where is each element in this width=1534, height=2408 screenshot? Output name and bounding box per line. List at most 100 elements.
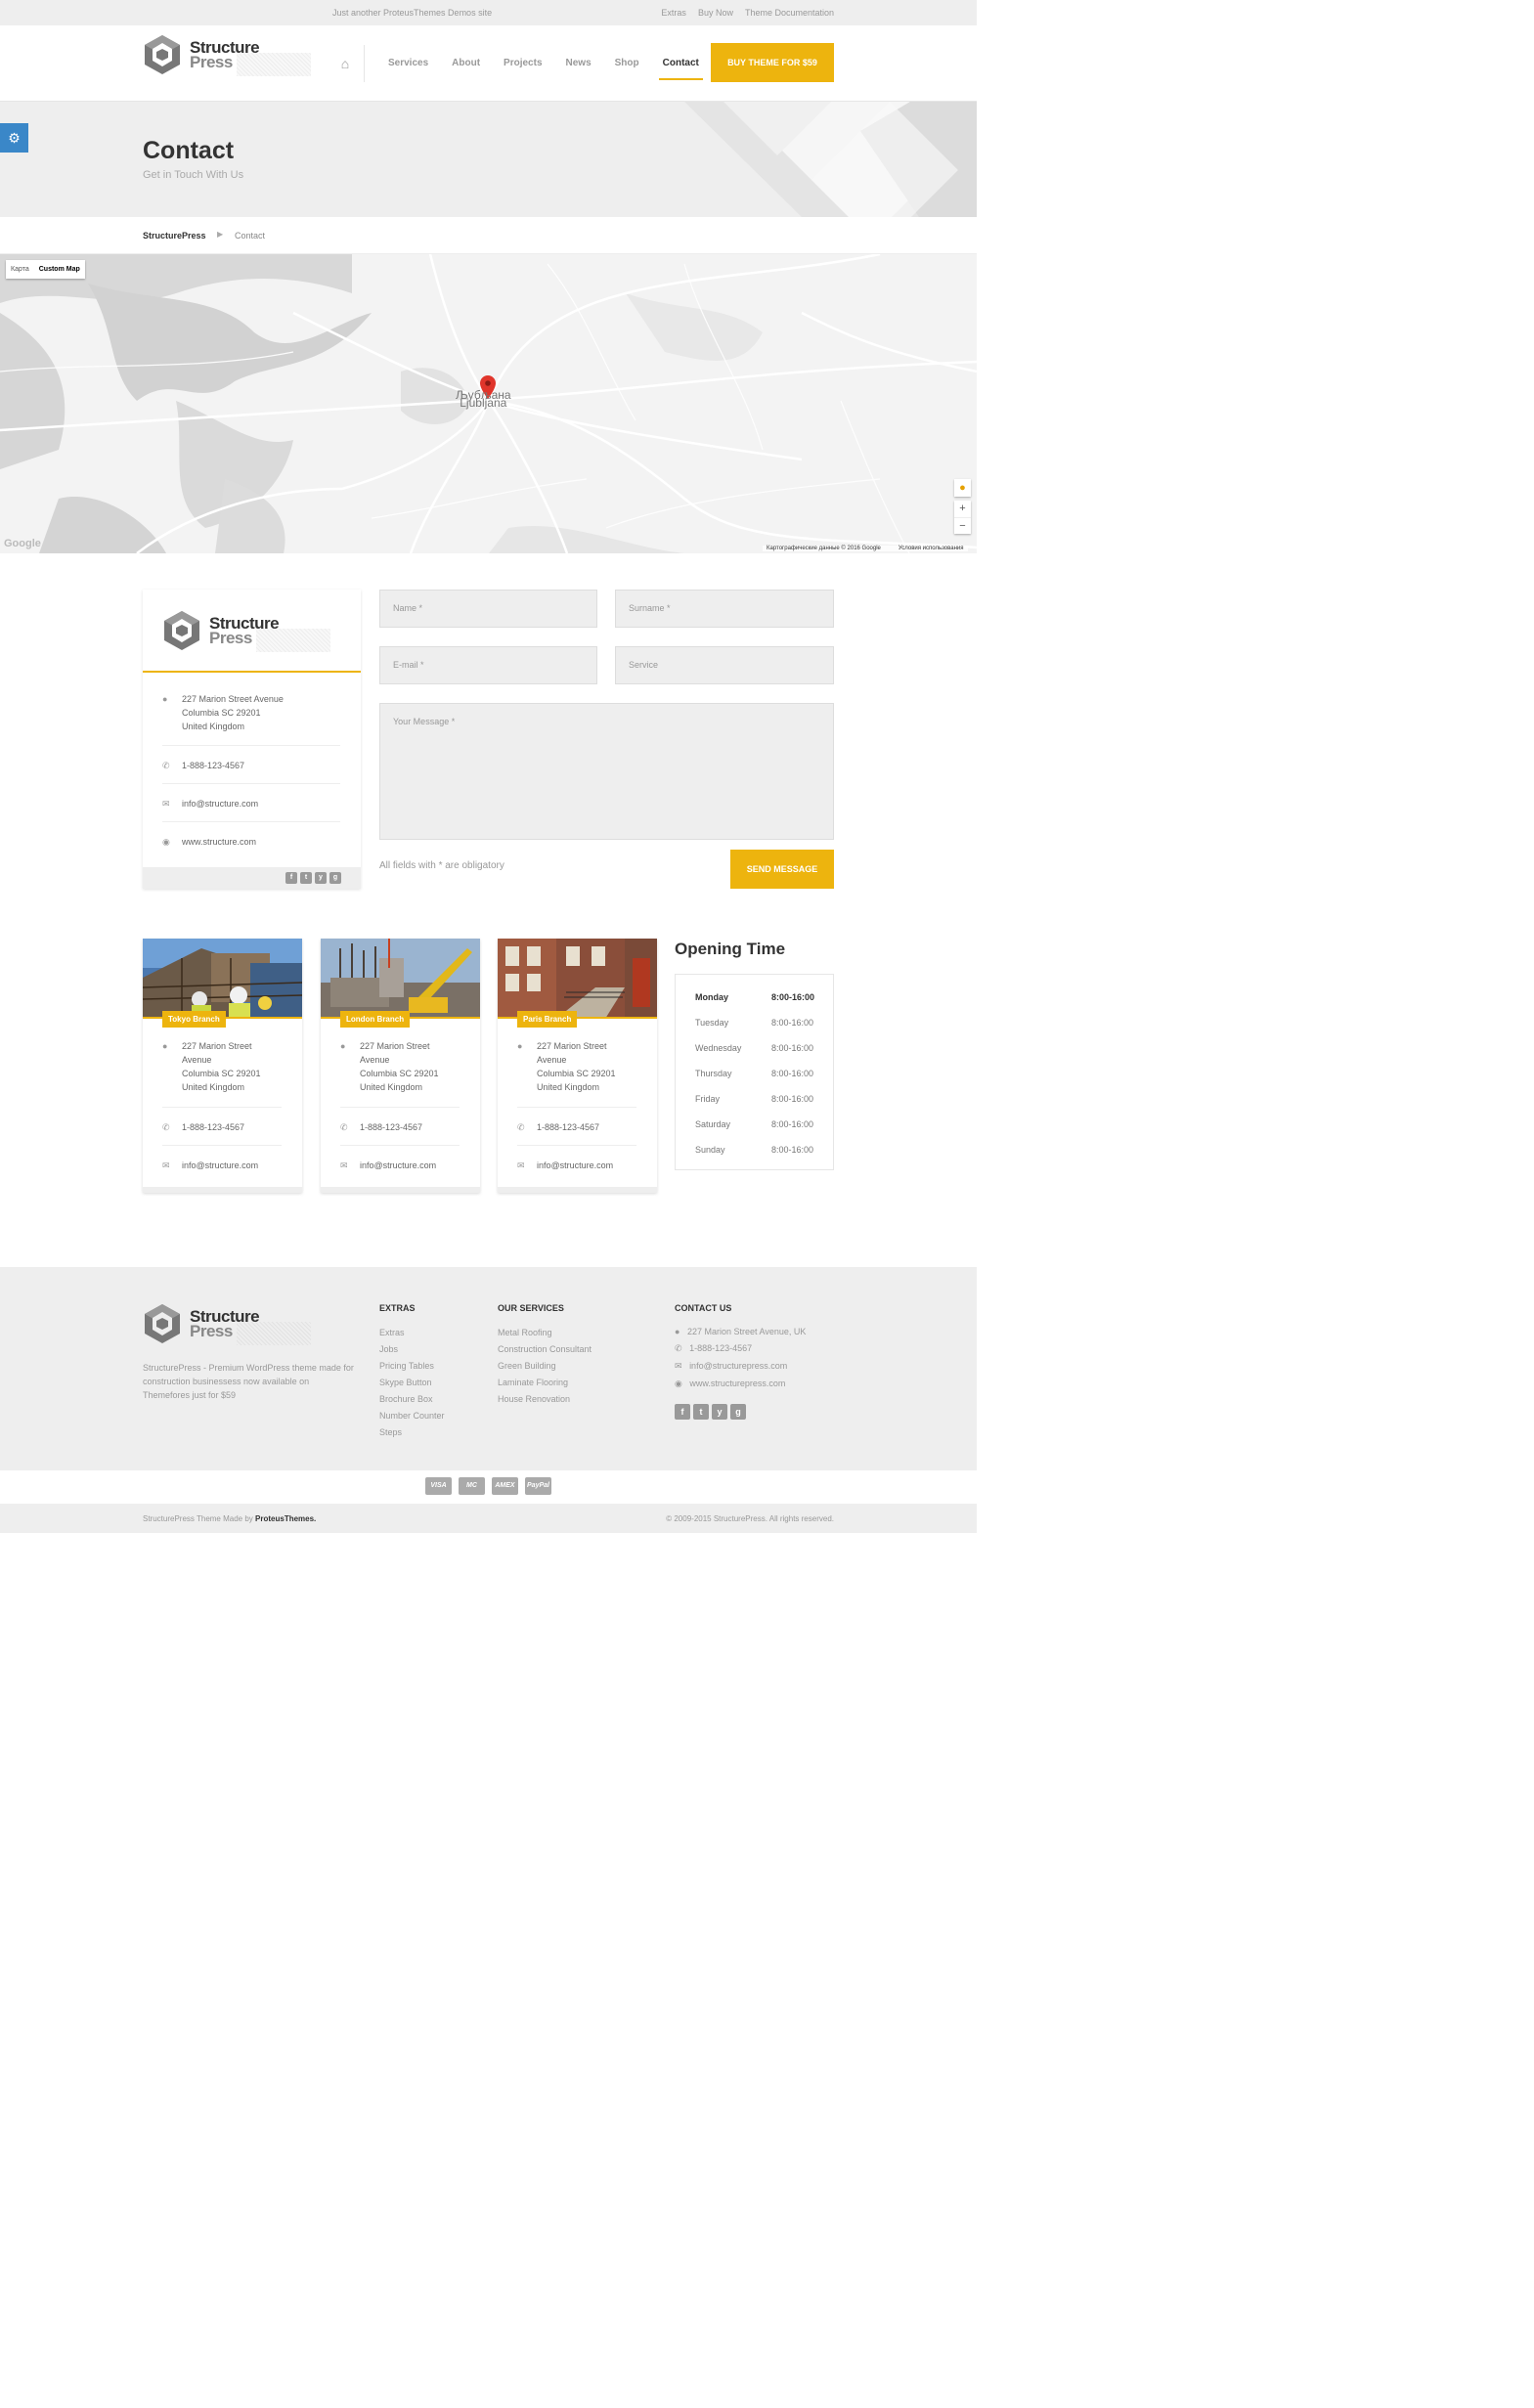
hours-time: 8:00-16:00 bbox=[771, 1145, 814, 1155]
email-field[interactable]: E-mail * bbox=[379, 646, 597, 684]
footer-link[interactable]: Steps bbox=[379, 1427, 402, 1437]
web-link[interactable]: www.structure.com bbox=[182, 835, 256, 849]
map-type-map[interactable]: Карта bbox=[6, 260, 34, 279]
message-field[interactable]: Your Message * bbox=[379, 703, 834, 840]
divider bbox=[340, 1145, 460, 1146]
facebook-icon[interactable]: f bbox=[675, 1404, 690, 1420]
globe-icon: ◉ bbox=[162, 837, 170, 847]
phone-text: 1-888-123-4567 bbox=[360, 1122, 423, 1132]
email-link[interactable]: info@structure.com bbox=[182, 1159, 258, 1172]
buy-theme-button[interactable]: BUY THEME FOR $59 bbox=[711, 43, 834, 82]
phone-icon: ✆ bbox=[162, 1122, 170, 1132]
footer-link[interactable]: Brochure Box bbox=[379, 1394, 433, 1404]
name-field[interactable]: Name * bbox=[379, 590, 597, 628]
surname-field[interactable]: Surname * bbox=[615, 590, 834, 628]
email-link[interactable]: info@structure.com bbox=[537, 1159, 613, 1172]
branch-address: ● 227 Marion Street Avenue Columbia SC 2… bbox=[162, 1039, 282, 1094]
service-field[interactable]: Service bbox=[615, 646, 834, 684]
footer-link[interactable]: Green Building bbox=[498, 1361, 556, 1371]
visa-icon: VISA bbox=[425, 1477, 452, 1495]
facebook-icon[interactable]: f bbox=[285, 872, 297, 884]
github-icon[interactable]: g bbox=[730, 1404, 746, 1420]
footer-link[interactable]: Jobs bbox=[379, 1344, 398, 1354]
top-link-theme-documentation[interactable]: Theme Documentation bbox=[745, 8, 834, 18]
nav-item-contact[interactable]: Contact bbox=[651, 25, 711, 102]
map-credit-text: Картографические данные © 2016 Google bbox=[767, 546, 881, 551]
page-title: Contact bbox=[143, 137, 235, 164]
contact-card: Structure Press ● 227 Marion Street Aven… bbox=[143, 590, 361, 889]
hours-time: 8:00-16:00 bbox=[771, 1119, 814, 1129]
footer-link[interactable]: Metal Roofing bbox=[498, 1328, 552, 1337]
footer-contact-text[interactable]: www.structurepress.com bbox=[689, 1379, 785, 1388]
phone-text: 1-888-123-4567 bbox=[182, 761, 245, 770]
hours-day: Wednesday bbox=[695, 1043, 742, 1053]
nav-item-shop[interactable]: Shop bbox=[603, 25, 651, 102]
logo-cube-icon bbox=[145, 35, 180, 74]
footer-extras-title: EXTRAS bbox=[379, 1303, 416, 1313]
youtube-icon[interactable]: y bbox=[315, 872, 327, 884]
twitter-icon[interactable]: t bbox=[300, 872, 312, 884]
map-terms-link[interactable]: Условия использования bbox=[898, 546, 964, 551]
home-icon[interactable]: ⌂ bbox=[329, 56, 362, 71]
email-link[interactable]: info@structure.com bbox=[182, 797, 258, 810]
hours-row: Friday 8:00-16:00 bbox=[695, 1094, 822, 1104]
footer-link[interactable]: Pricing Tables bbox=[379, 1361, 434, 1371]
footer-contact-text[interactable]: info@structurepress.com bbox=[689, 1361, 787, 1371]
made-by-link[interactable]: ProteusThemes. bbox=[255, 1514, 316, 1523]
google-logo: Google bbox=[4, 538, 41, 549]
youtube-icon[interactable]: y bbox=[712, 1404, 727, 1420]
hours-day: Monday bbox=[695, 992, 729, 1002]
github-icon[interactable]: g bbox=[329, 872, 341, 884]
map-type-custom[interactable]: Custom Map bbox=[34, 260, 85, 279]
footer-contact-title: CONTACT US bbox=[675, 1303, 732, 1313]
top-link-buy-now[interactable]: Buy Now bbox=[698, 8, 733, 18]
hours-row: Thursday 8:00-16:00 bbox=[695, 1069, 822, 1078]
twitter-icon[interactable]: t bbox=[693, 1404, 709, 1420]
breadcrumb-home[interactable]: StructurePress bbox=[143, 231, 206, 241]
footer-link[interactable]: Extras bbox=[379, 1328, 405, 1337]
divider bbox=[162, 1107, 282, 1108]
divider bbox=[162, 1145, 282, 1146]
nav-item-services[interactable]: Services▼ bbox=[376, 25, 440, 115]
card-bottom-strip bbox=[498, 1187, 657, 1193]
divider bbox=[162, 783, 340, 784]
globe-icon: ◉ bbox=[675, 1379, 682, 1388]
nav-item-about[interactable]: About bbox=[440, 25, 492, 102]
site-tagline: Just another ProteusThemes Demos site bbox=[332, 8, 493, 18]
footer-link[interactable]: Skype Button bbox=[379, 1378, 432, 1387]
settings-gear-icon[interactable]: ⚙ bbox=[0, 123, 28, 153]
main-nav: ⌂ Services▼ About Projects News Shop Con… bbox=[329, 25, 711, 115]
address-line: Columbia SC 29201 bbox=[360, 1069, 439, 1078]
hours-time: 8:00-16:00 bbox=[771, 1043, 814, 1053]
opening-time-title: Opening Time bbox=[675, 940, 786, 958]
nav-item-projects[interactable]: Projects bbox=[492, 25, 553, 102]
footer-link[interactable]: Number Counter bbox=[379, 1411, 445, 1421]
nav-item-news[interactable]: News bbox=[554, 25, 603, 102]
top-link-extras[interactable]: Extras bbox=[661, 8, 686, 18]
card-address: ● 227 Marion Street Avenue Columbia SC 2… bbox=[162, 692, 340, 733]
zoom-in-button[interactable]: + bbox=[954, 501, 971, 517]
map-pin-icon: ● bbox=[162, 694, 168, 704]
footer-contact-address: ● 227 Marion Street Avenue, UK bbox=[675, 1327, 806, 1336]
footer-link[interactable]: House Renovation bbox=[498, 1394, 570, 1404]
send-message-button[interactable]: SEND MESSAGE bbox=[730, 850, 834, 889]
paypal-icon: PayPal bbox=[525, 1477, 551, 1495]
branch-address: ● 227 Marion Street Avenue Columbia SC 2… bbox=[517, 1039, 636, 1094]
nav-item-label: Services bbox=[388, 58, 429, 68]
footer-logo[interactable]: Structure Press bbox=[143, 1302, 311, 1345]
branch-card-london: London Branch ● 227 Marion Street Avenue… bbox=[321, 939, 480, 1193]
payment-icons: VISA MC AMEX PayPal bbox=[425, 1477, 551, 1495]
google-map[interactable]: Љубљана Ljubljana bbox=[0, 254, 977, 553]
address-line: Columbia SC 29201 bbox=[537, 1069, 616, 1078]
card-bottom-strip bbox=[321, 1187, 480, 1193]
phone-icon: ✆ bbox=[340, 1122, 348, 1132]
zoom-out-button[interactable]: − bbox=[954, 517, 971, 534]
card-bottom-strip bbox=[143, 1187, 302, 1193]
footer-link[interactable]: Construction Consultant bbox=[498, 1344, 592, 1354]
footer-link[interactable]: Laminate Flooring bbox=[498, 1378, 568, 1387]
site-logo[interactable]: Structure Press bbox=[143, 33, 311, 76]
email-link[interactable]: info@structure.com bbox=[360, 1159, 436, 1172]
street-view-pegman-icon[interactable]: ● bbox=[954, 479, 971, 497]
hours-time: 8:00-16:00 bbox=[771, 1018, 814, 1028]
branch-photo bbox=[498, 939, 657, 1019]
